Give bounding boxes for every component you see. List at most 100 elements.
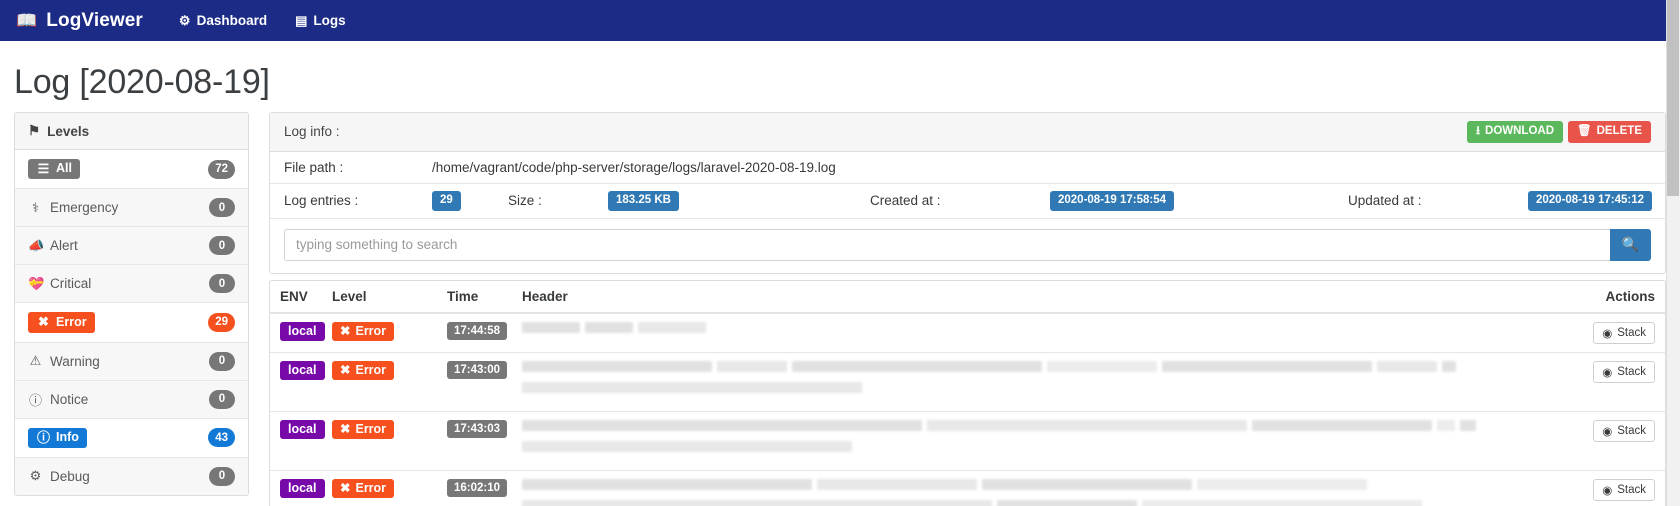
sidebar-item-warning-count: 0 — [209, 351, 235, 371]
sidebar-item-error-label-wrap: ✖ Error — [28, 312, 95, 333]
sidebar-item-alert-count: 0 — [209, 236, 235, 256]
search-icon: 🔍 — [1621, 236, 1640, 253]
times-circle-icon: ✖ — [340, 362, 351, 377]
column-header-header: Header — [512, 280, 1585, 314]
logs-icon: ▤ — [295, 12, 308, 28]
page-scrollbar-thumb[interactable] — [1667, 0, 1679, 196]
nav-item-logs[interactable]: ▤ Logs — [295, 13, 346, 29]
table-header-row: ENV Level Time Header Actions — [270, 280, 1665, 314]
trash-icon: 🗑 — [1577, 125, 1592, 137]
hospital-icon: ⚕ — [31, 199, 40, 215]
redacted-header-text — [522, 419, 1575, 459]
nav-item-dashboard-label: Dashboard — [196, 13, 268, 28]
sidebar-item-all-label: All — [56, 161, 72, 176]
row-env-cell: local — [270, 312, 325, 353]
log-info-header: Log info : ⭳ DOWNLOAD 🗑 DELETE — [270, 113, 1665, 152]
row-header-cell — [512, 411, 1585, 471]
redacted-header-text — [522, 360, 1575, 400]
sidebar-item-notice-label: Notice — [50, 391, 89, 407]
row-header-cell — [512, 470, 1585, 506]
log-meta-row: Log entries : 29 Size : 183.25 KB Create… — [270, 184, 1665, 219]
stack-button-label: Stack — [1617, 326, 1646, 339]
row-header-cell — [512, 352, 1585, 412]
created-label: Created at : — [870, 193, 941, 209]
entries-value: 29 — [432, 190, 461, 211]
brand-logo[interactable]: 📖 LogViewer — [16, 10, 143, 32]
table-row[interactable]: local ✖ Error 17:43:03 ◉ Stack — [270, 411, 1665, 471]
stack-button[interactable]: ◉ Stack — [1593, 360, 1655, 383]
row-level-cell: ✖ Error — [322, 352, 437, 412]
size-value-wrap: 183.25 KB — [608, 190, 870, 211]
stack-button[interactable]: ◉ Stack — [1593, 321, 1655, 344]
env-badge: local — [280, 478, 325, 499]
level-badge-label: Error — [355, 421, 387, 436]
filepath-label: File path : — [284, 159, 344, 175]
sidebar-item-emergency[interactable]: ⚕ Emergency 0 — [15, 189, 248, 228]
row-time-cell: 17:43:03 — [437, 411, 512, 471]
times-circle-icon: ✖ — [340, 421, 351, 436]
sidebar-item-info-label: Info — [56, 429, 79, 444]
row-actions-cell: ◉ Stack — [1585, 352, 1665, 412]
size-value: 183.25 KB — [608, 190, 679, 211]
log-entries-table-card: ENV Level Time Header Actions local ✖ Er… — [269, 279, 1666, 506]
sidebar-item-alert-label: Alert — [50, 238, 78, 254]
table-body: local ✖ Error 17:44:58 ◉ Stack local ✖ E… — [270, 312, 1665, 506]
sidebar-item-notice[interactable]: ⓘ Notice 0 — [15, 380, 248, 419]
sidebar-item-debug-label: Debug — [50, 468, 90, 484]
nav-item-dashboard[interactable]: ⚙ Dashboard — [179, 13, 267, 29]
sidebar-item-alert[interactable]: 📣 Alert 0 — [15, 227, 248, 266]
row-header-cell — [512, 312, 1585, 353]
sidebar-item-all[interactable]: ☰ All 72 — [15, 150, 248, 190]
times-circle-icon: ✖ — [38, 314, 49, 330]
download-button[interactable]: ⭳ DOWNLOAD — [1466, 121, 1564, 143]
row-level-cell: ✖ Error — [322, 470, 437, 506]
book-icon: 📖 — [16, 11, 38, 30]
row-time-cell: 17:44:58 — [437, 312, 512, 353]
page-scrollbar[interactable] — [1666, 0, 1680, 506]
updated-label: Updated at : — [1348, 193, 1422, 209]
info-icon: ⓘ — [36, 429, 50, 445]
sidebar-item-critical-label: Critical — [50, 276, 92, 292]
stack-button[interactable]: ◉ Stack — [1593, 478, 1655, 501]
time-badge: 16:02:10 — [447, 478, 508, 498]
sidebar-item-emergency-label-wrap: ⚕ Emergency — [28, 200, 118, 216]
sidebar-item-warning-label: Warning — [50, 353, 100, 369]
stack-button-label: Stack — [1617, 483, 1646, 496]
brand-label: LogViewer — [46, 9, 143, 31]
env-badge: local — [280, 360, 325, 381]
sidebar-item-notice-count: 0 — [209, 389, 235, 409]
search-bar: 🔍 — [270, 219, 1665, 273]
page-title: Log [2020-08-19] — [14, 63, 270, 101]
sidebar-item-critical[interactable]: 💝 Critical 0 — [15, 265, 248, 304]
toggle-on-icon: ◉ — [1602, 425, 1613, 438]
sidebar-item-debug[interactable]: ⚙ Debug 0 — [15, 457, 248, 495]
table-row[interactable]: local ✖ Error 17:44:58 ◉ Stack — [270, 312, 1665, 353]
env-badge: local — [280, 419, 325, 440]
row-actions-cell: ◉ Stack — [1585, 411, 1665, 471]
sidebar-item-warning[interactable]: ⚠ Warning 0 — [15, 342, 248, 381]
dashboard-icon: ⚙ — [178, 12, 191, 28]
top-navbar: 📖 LogViewer ⚙ Dashboard ▤ Logs — [0, 0, 1680, 41]
sidebar-item-info-pill: ⓘ Info — [28, 427, 87, 448]
table-row[interactable]: local ✖ Error 16:02:10 ◉ Stack — [270, 470, 1665, 506]
redacted-header-text — [522, 321, 1575, 340]
table-row[interactable]: local ✖ Error 17:43:00 ◉ Stack — [270, 352, 1665, 412]
table-head: ENV Level Time Header Actions — [270, 280, 1665, 314]
main-column: Log info : ⭳ DOWNLOAD 🗑 DELETE File path… — [269, 112, 1666, 506]
sidebar-item-info-label-wrap: ⓘ Info — [28, 427, 87, 448]
level-badge: ✖ Error — [332, 321, 395, 342]
stack-button[interactable]: ◉ Stack — [1593, 419, 1655, 442]
sidebar-item-info[interactable]: ⓘ Info 43 — [15, 418, 248, 458]
row-env-cell: local — [270, 411, 325, 471]
search-input[interactable] — [284, 228, 1610, 261]
search-button[interactable]: 🔍 — [1610, 228, 1651, 261]
row-time-cell: 16:02:10 — [437, 470, 512, 506]
info-circle-icon: ⓘ — [28, 392, 42, 408]
nav-links: ⚙ Dashboard ▤ Logs — [179, 13, 346, 29]
column-header-env: ENV — [270, 280, 322, 314]
delete-button[interactable]: 🗑 DELETE — [1568, 121, 1651, 143]
sidebar-item-error[interactable]: ✖ Error 29 — [15, 303, 248, 343]
sidebar-item-error-pill: ✖ Error — [28, 312, 95, 333]
env-badge: local — [280, 321, 325, 342]
row-env-cell: local — [270, 470, 325, 506]
